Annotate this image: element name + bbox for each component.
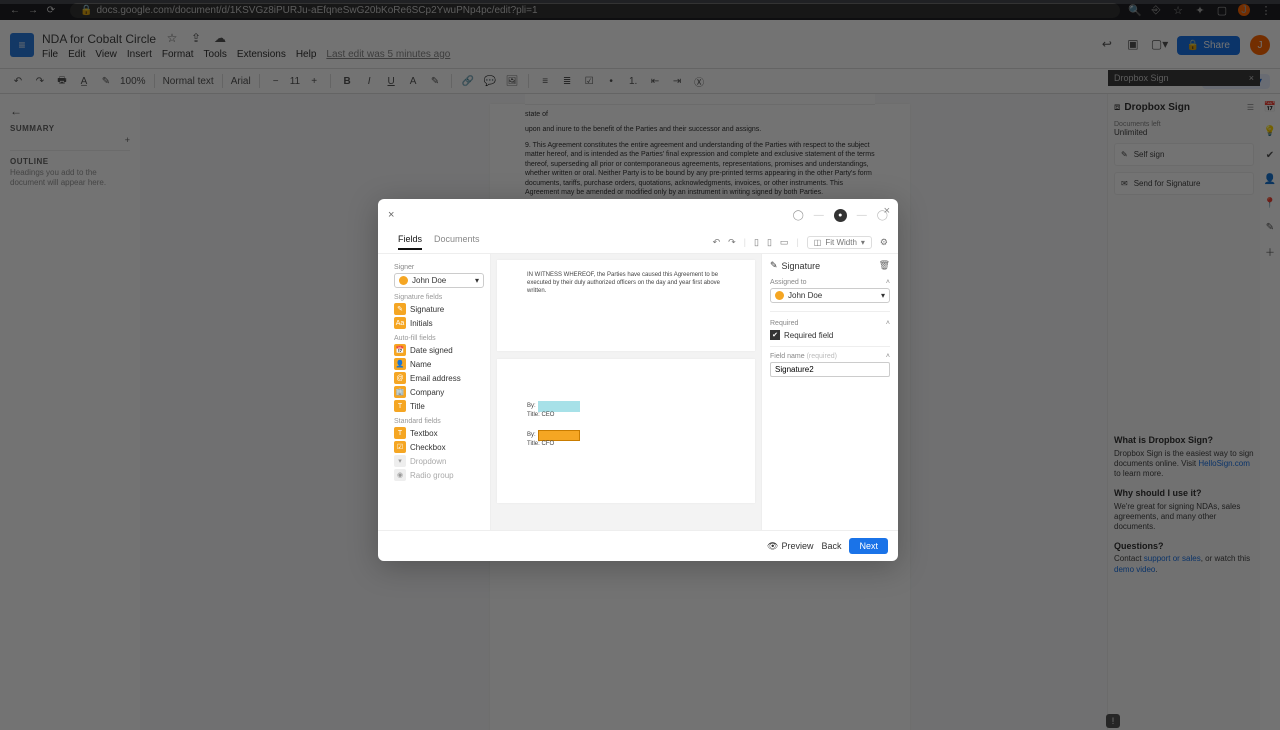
fields-palette: Signer John Doe ▾ Signature fields ✎Sign… — [378, 254, 491, 530]
modal-footer: 👁Preview Back Next — [378, 530, 898, 561]
signer-value: John Doe — [412, 276, 446, 285]
tab-fields[interactable]: Fields — [398, 234, 422, 250]
fieldname-input[interactable] — [770, 362, 890, 377]
back-button[interactable]: Back — [821, 541, 841, 551]
signature-icon: ✎ — [770, 260, 778, 271]
email-icon: @ — [394, 372, 406, 384]
field-radio[interactable]: ◉Radio group — [394, 469, 484, 481]
page1-icon[interactable]: ▯ — [754, 237, 759, 248]
signer-label: Signer — [394, 264, 484, 271]
fit-icon: ◫ — [814, 238, 822, 247]
group-signature: Signature fields — [394, 294, 484, 301]
chevron-up-icon[interactable]: ˄ — [886, 320, 890, 327]
preview-page-2: By: Title: CEO By: Title: CFO — [497, 359, 755, 503]
document-preview[interactable]: IN WITNESS WHEREOF, the Parties have cau… — [491, 254, 761, 530]
by-label: By: — [527, 432, 536, 440]
next-button[interactable]: Next — [849, 538, 888, 554]
chevron-up-icon[interactable]: ˄ — [886, 279, 890, 286]
required-label: Required — [770, 320, 798, 327]
docs-body: ← SUMMARY + OUTLINE Headings you add to … — [0, 94, 1280, 730]
modal-dismiss-icon[interactable]: × — [388, 209, 394, 221]
name-icon: 👤 — [394, 358, 406, 370]
initials-icon: Aa — [394, 317, 406, 329]
fit-label: Fit Width — [825, 238, 857, 247]
field-textbox[interactable]: TTextbox — [394, 427, 484, 439]
eye-icon: 👁 — [767, 541, 778, 552]
settings-icon[interactable]: ⚙ — [880, 237, 888, 248]
field-signature[interactable]: ✎Signature — [394, 303, 484, 315]
assignee-color-icon — [775, 291, 784, 300]
title-icon: T — [394, 400, 406, 412]
signature-editor-modal: × × ◯ — ● — ◯ Fields Documents ↶ ↷ | ▯ ▯ — [378, 199, 898, 561]
fieldname-label: Field name — [770, 353, 805, 360]
signature-field-2-selected[interactable] — [538, 430, 580, 441]
assigned-value: John Doe — [788, 291, 822, 300]
redo-icon[interactable]: ↷ — [728, 237, 736, 248]
title-ceo: Title: CEO — [527, 412, 725, 420]
field-email[interactable]: @Email address — [394, 372, 484, 384]
field-company[interactable]: 🏢Company — [394, 386, 484, 398]
field-date[interactable]: 📅Date signed — [394, 344, 484, 356]
modal-close-icon[interactable]: × — [884, 205, 890, 217]
assigned-label: Assigned to — [770, 279, 807, 286]
field-dropdown[interactable]: ▾Dropdown — [394, 455, 484, 467]
field-title[interactable]: TTitle — [394, 400, 484, 412]
undo-icon[interactable]: ↶ — [713, 237, 721, 248]
checkbox-icon: ☑ — [394, 441, 406, 453]
group-standard: Standard fields — [394, 418, 484, 425]
radio-icon: ◉ — [394, 469, 406, 481]
date-icon: 📅 — [394, 344, 406, 356]
preview-button[interactable]: 👁Preview — [767, 541, 813, 552]
preview-page-1: IN WITNESS WHEREOF, the Parties have cau… — [497, 260, 755, 351]
required-field-label: Required field — [784, 331, 833, 340]
signature-icon: ✎ — [394, 303, 406, 315]
chevron-down-icon: ▾ — [475, 276, 479, 285]
chevron-down-icon: ▾ — [881, 291, 885, 300]
chevron-down-icon: ▾ — [861, 238, 865, 247]
preview-text: IN WITNESS WHEREOF, the Parties have cau… — [527, 272, 725, 295]
textbox-icon: T — [394, 427, 406, 439]
check-icon: ✔ — [770, 330, 780, 340]
modal-toolbar: Fields Documents ↶ ↷ | ▯ ▯ ▭ | ◫ Fit Wid… — [378, 231, 898, 254]
signer-a-icon[interactable]: ◯ — [793, 210, 804, 221]
modal-topbar: × ◯ — ● — ◯ — [378, 199, 898, 231]
chevron-up-icon[interactable]: ˄ — [886, 353, 890, 360]
signer-select[interactable]: John Doe ▾ — [394, 273, 484, 288]
title-cfo: Title: CFO — [527, 441, 725, 449]
fieldname-hint: (required) — [807, 353, 837, 360]
by-label: By: — [527, 403, 536, 411]
assigned-select[interactable]: John Doe ▾ — [770, 288, 890, 303]
grid-icon[interactable]: ▭ — [780, 237, 789, 248]
delete-field-icon[interactable]: 🗑 — [879, 260, 890, 271]
tab-documents[interactable]: Documents — [434, 234, 480, 250]
signer-b-avatar[interactable]: ● — [834, 209, 847, 222]
fit-width-button[interactable]: ◫ Fit Width ▾ — [807, 236, 872, 249]
field-initials[interactable]: AaInitials — [394, 317, 484, 329]
required-checkbox[interactable]: ✔ Required field — [770, 330, 890, 340]
signature-field-1[interactable] — [538, 401, 580, 412]
page2-icon[interactable]: ▯ — [767, 237, 772, 248]
field-checkbox[interactable]: ☑Checkbox — [394, 441, 484, 453]
group-autofill: Auto-fill fields — [394, 335, 484, 342]
field-properties: ✎ Signature 🗑 Assigned to ˄ John Doe ▾ Re… — [761, 254, 898, 530]
signer-color-icon — [399, 276, 408, 285]
prop-header: Signature — [782, 261, 821, 271]
company-icon: 🏢 — [394, 386, 406, 398]
dropdown-icon: ▾ — [394, 455, 406, 467]
field-name[interactable]: 👤Name — [394, 358, 484, 370]
